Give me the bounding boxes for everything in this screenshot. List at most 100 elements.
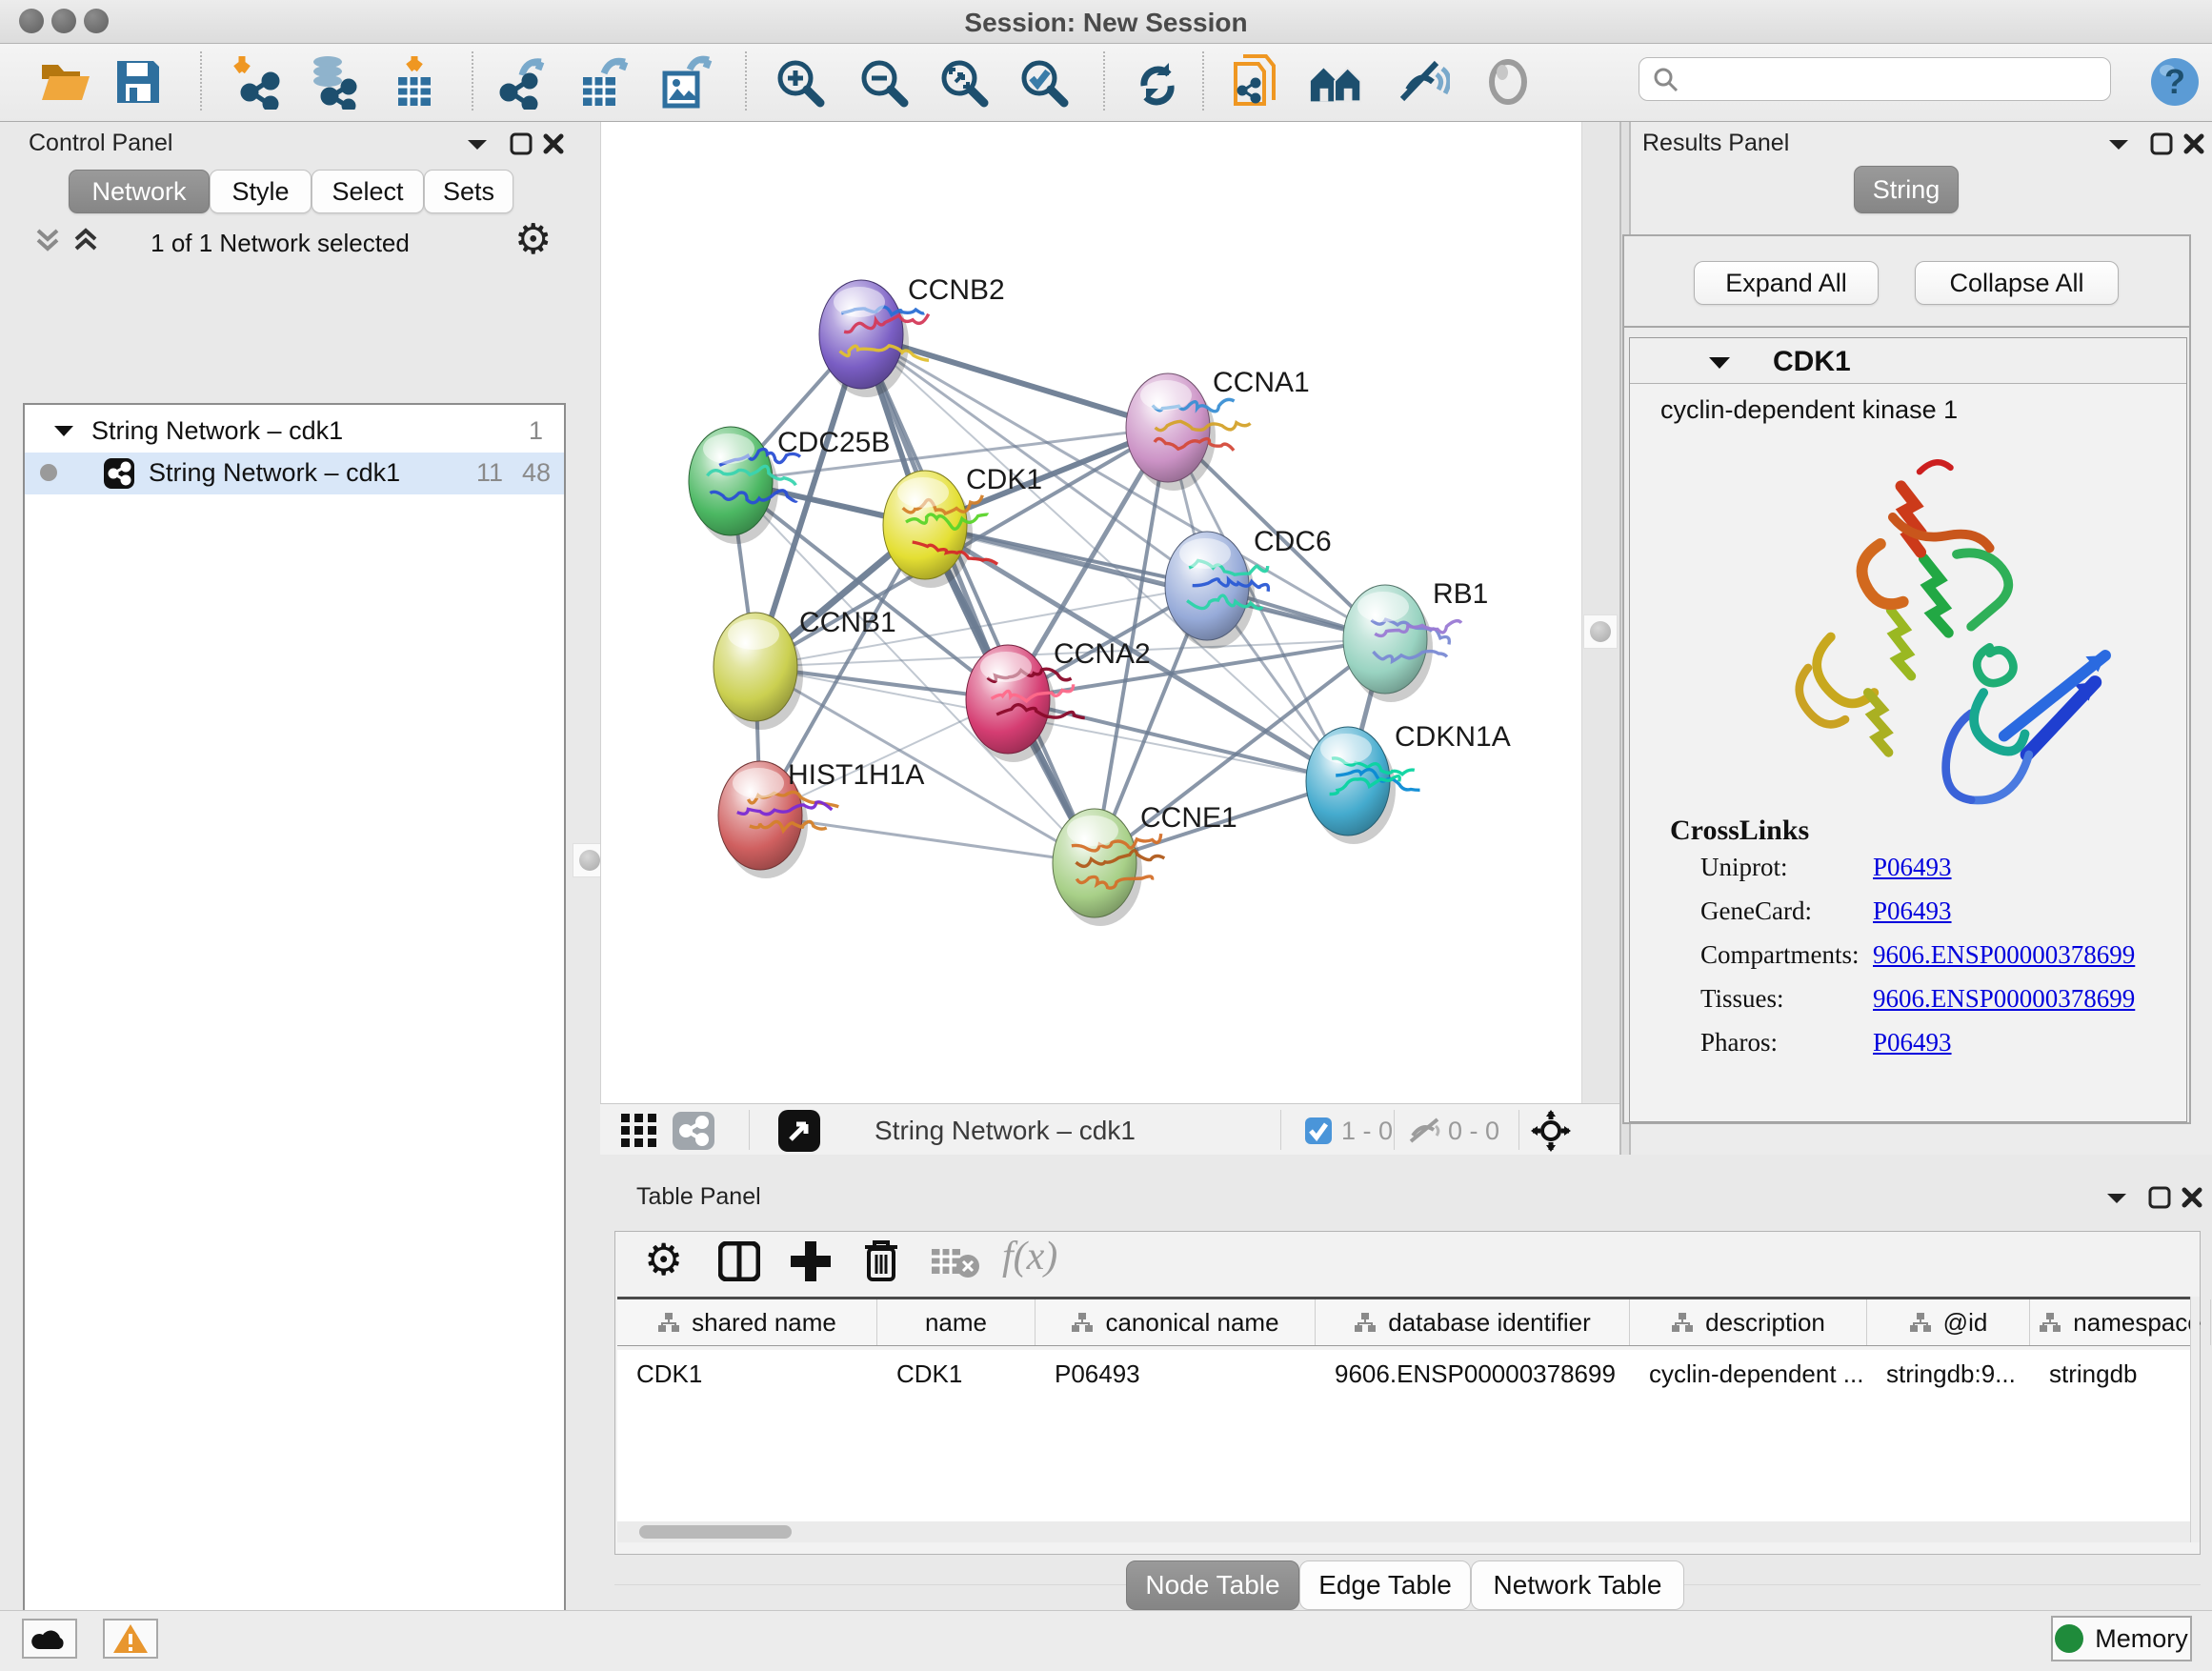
zoom-out-icon[interactable] xyxy=(854,51,913,112)
birds-eye-view-icon[interactable] xyxy=(1531,1110,1571,1152)
results-panel-menu-icon[interactable] xyxy=(2105,135,2132,154)
memory-button[interactable]: Memory xyxy=(2051,1616,2192,1661)
table-gear-icon[interactable]: ⚙ xyxy=(644,1232,683,1287)
control-panel-menu-icon[interactable] xyxy=(464,135,491,154)
search-input[interactable] xyxy=(1679,65,2089,94)
add-column-icon[interactable] xyxy=(789,1239,833,1283)
import-network-icon[interactable] xyxy=(227,51,286,112)
network-collection-row[interactable]: String Network – cdk1 1 xyxy=(25,411,564,453)
grid-view-icon[interactable] xyxy=(621,1114,659,1148)
table-cell[interactable]: stringdb xyxy=(2030,1350,2211,1398)
function-builder-icon[interactable]: f(x) xyxy=(1002,1234,1057,1279)
network-node-cdk1[interactable]: CDK1 xyxy=(883,464,1042,588)
table-cell[interactable]: 9606.ENSP00000378699 xyxy=(1316,1350,1630,1398)
share-document-icon[interactable] xyxy=(1227,51,1286,112)
selected-checkbox-icon[interactable] xyxy=(1305,1117,1332,1144)
import-table-icon[interactable] xyxy=(385,51,444,112)
node-gloss-highlight xyxy=(834,287,885,317)
crosslink-link[interactable]: P06493 xyxy=(1873,853,1952,882)
column-header-shared-name[interactable]: shared name xyxy=(617,1299,877,1345)
network-node-cdkn1a[interactable]: CDKN1A xyxy=(1306,721,1511,844)
import-network-from-database-icon[interactable] xyxy=(303,51,362,112)
network-node-cdc6[interactable]: CDC6 xyxy=(1165,526,1332,649)
export-network-icon[interactable] xyxy=(495,51,554,112)
delete-table-icon[interactable] xyxy=(932,1245,981,1279)
delete-column-icon[interactable] xyxy=(861,1238,901,1283)
hidden-eye-icon[interactable] xyxy=(1407,1117,1443,1145)
show-columns-icon[interactable] xyxy=(718,1241,760,1281)
protein-card-header[interactable]: CDK1 xyxy=(1630,338,2186,384)
cloud-button[interactable] xyxy=(22,1619,77,1659)
save-session-icon[interactable] xyxy=(109,51,168,112)
results-panel-float-icon[interactable] xyxy=(2149,131,2174,156)
table-panel-menu-icon[interactable] xyxy=(2103,1189,2130,1208)
table-cell[interactable]: P06493 xyxy=(1036,1350,1316,1398)
tab-network[interactable]: Network xyxy=(69,170,210,213)
crosslink-link[interactable]: P06493 xyxy=(1873,896,1952,926)
table-panel-float-icon[interactable] xyxy=(2147,1185,2172,1210)
table-panel-close-icon[interactable] xyxy=(2180,1185,2204,1210)
collection-expand-icon[interactable] xyxy=(51,422,76,441)
network-node-ccna1[interactable]: CCNA1 xyxy=(1126,367,1310,491)
column-header-description[interactable]: description xyxy=(1630,1299,1867,1345)
network-node-hist1h1a[interactable]: HIST1H1A xyxy=(718,759,924,878)
network-view-statusbar: String Network – cdk1 1 - 0 0 - 0 xyxy=(600,1103,1619,1155)
horizontal-splitter[interactable] xyxy=(600,1155,2212,1174)
table-cell[interactable]: CDK1 xyxy=(877,1350,1036,1398)
tab-style[interactable]: Style xyxy=(210,170,312,213)
tab-string[interactable]: String xyxy=(1854,166,1959,213)
export-image-icon[interactable] xyxy=(655,51,714,112)
network-node-ccne1[interactable]: CCNE1 xyxy=(1053,802,1237,926)
network-view-share-icon[interactable] xyxy=(673,1112,714,1150)
zoom-selected-icon[interactable] xyxy=(1014,51,1073,112)
warning-button[interactable] xyxy=(103,1619,158,1659)
open-in-new-window-icon[interactable] xyxy=(778,1110,820,1152)
protein-collapse-icon[interactable] xyxy=(1706,353,1733,372)
column-header-canonical-name[interactable]: canonical name xyxy=(1036,1299,1316,1345)
results-panel-close-icon[interactable] xyxy=(2182,131,2206,156)
table-horizontal-scrollbar[interactable] xyxy=(617,1521,2192,1542)
crosslink-link[interactable]: 9606.ENSP00000378699 xyxy=(1873,940,2135,970)
open-session-icon[interactable] xyxy=(36,51,95,112)
node-label: CDC6 xyxy=(1254,526,1332,557)
protein-description: cyclin-dependent kinase 1 xyxy=(1660,395,1958,425)
zoom-in-icon[interactable] xyxy=(770,51,829,112)
expand-all-button[interactable]: Expand All xyxy=(1694,261,1879,305)
table-row[interactable]: CDK1CDK1P064939606.ENSP00000378699cyclin… xyxy=(617,1350,2192,1398)
column-header-database-identifier[interactable]: database identifier xyxy=(1316,1299,1630,1345)
tab-edge-table[interactable]: Edge Table xyxy=(1299,1560,1471,1610)
network-options-gear-icon[interactable]: ⚙ xyxy=(514,219,552,261)
control-panel-float-icon[interactable] xyxy=(509,131,533,156)
right-splitter-handle[interactable] xyxy=(1583,614,1618,649)
control-panel-close-icon[interactable] xyxy=(541,131,566,156)
tab-select[interactable]: Select xyxy=(312,170,424,213)
table-vertical-scroll-track[interactable] xyxy=(2190,1297,2200,1542)
string-home-icon[interactable] xyxy=(1307,51,1366,112)
collapse-all-button[interactable]: Collapse All xyxy=(1915,261,2119,305)
network-row-selected[interactable]: String Network – cdk1 11 48 xyxy=(25,453,564,494)
scrollbar-thumb[interactable] xyxy=(639,1525,792,1539)
hide-glass-icon[interactable] xyxy=(1393,51,1452,112)
network-canvas[interactable]: CCNB2CCNA1CDC25BCDK1CDC6RB1CCNB1CCNA2CDK… xyxy=(600,122,1581,1103)
network-node-ccnb2[interactable]: CCNB2 xyxy=(819,274,1005,397)
export-table-icon[interactable] xyxy=(573,51,633,112)
table-cell[interactable]: stringdb:9... xyxy=(1867,1350,2030,1398)
tab-sets[interactable]: Sets xyxy=(424,170,513,213)
network-node-rb1[interactable]: RB1 xyxy=(1343,578,1488,702)
tab-network-table[interactable]: Network Table xyxy=(1471,1560,1684,1610)
column-header-@id[interactable]: @id xyxy=(1867,1299,2030,1345)
network-node-ccnb1[interactable]: CCNB1 xyxy=(714,607,896,730)
show-glass-icon[interactable] xyxy=(1478,51,1538,112)
network-edge-count: 48 xyxy=(522,458,551,488)
column-header-namespace[interactable]: namespace xyxy=(2030,1299,2211,1345)
refresh-icon[interactable] xyxy=(1128,51,1187,112)
network-graph[interactable]: CCNB2CCNA1CDC25BCDK1CDC6RB1CCNB1CCNA2CDK… xyxy=(601,122,1582,1103)
zoom-fit-icon[interactable] xyxy=(934,51,993,112)
table-cell[interactable]: CDK1 xyxy=(617,1350,877,1398)
tab-node-table[interactable]: Node Table xyxy=(1126,1560,1299,1610)
help-icon[interactable]: ? xyxy=(2145,51,2204,112)
crosslink-link[interactable]: P06493 xyxy=(1873,1028,1952,1057)
column-header-name[interactable]: name xyxy=(877,1299,1036,1345)
table-cell[interactable]: cyclin-dependent ... xyxy=(1630,1350,1867,1398)
crosslink-link[interactable]: 9606.ENSP00000378699 xyxy=(1873,984,2135,1014)
